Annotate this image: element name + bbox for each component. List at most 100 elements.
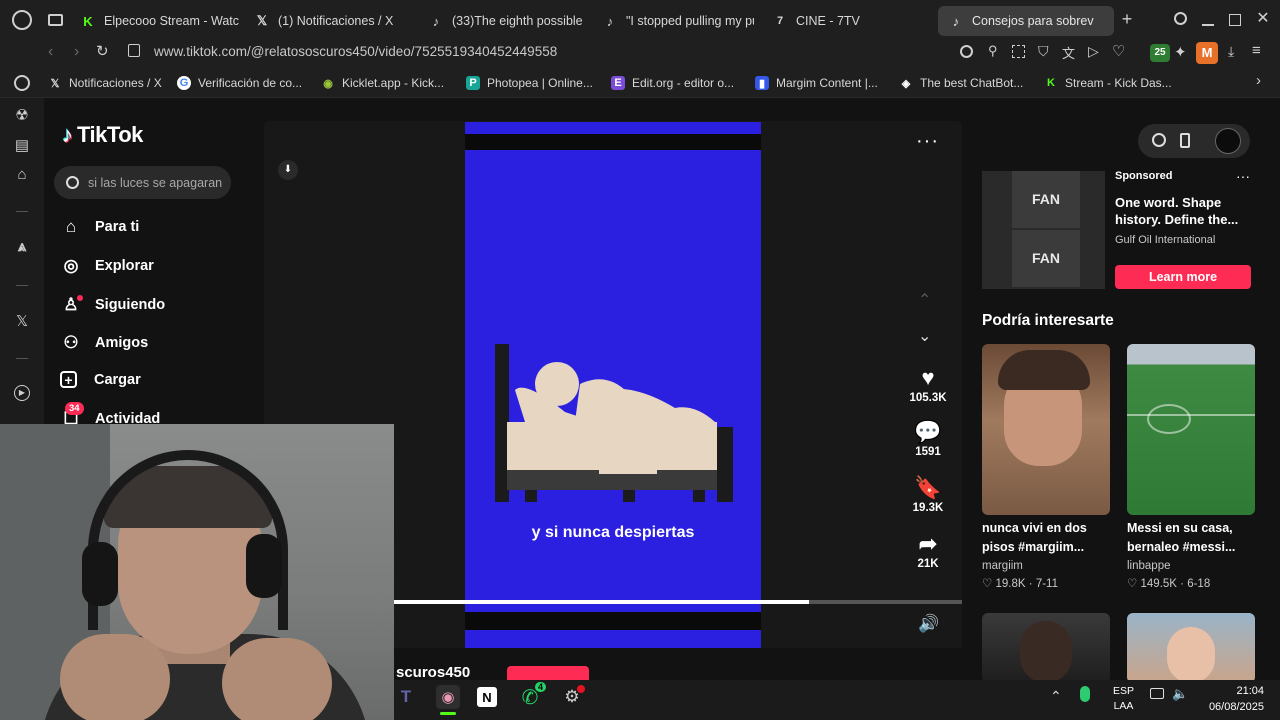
sidebar-divider xyxy=(16,285,28,286)
extensions-icon[interactable]: ✦ xyxy=(1174,43,1187,61)
recommendation-thumbnail-partial[interactable] xyxy=(1127,613,1255,683)
teams-icon[interactable]: T xyxy=(394,685,418,709)
network-icon[interactable] xyxy=(1150,688,1164,699)
webcam-headset-right xyxy=(246,534,282,598)
downloads-icon[interactable]: ⤓ xyxy=(1228,43,1234,60)
microphone-icon[interactable] xyxy=(1080,686,1090,702)
coin-icon[interactable] xyxy=(1152,133,1166,147)
sidebar-robot-icon[interactable]: ⌂ xyxy=(12,166,32,186)
webcam-overlay xyxy=(0,424,394,720)
mute-toggle-icon[interactable]: ⬇ xyxy=(278,160,298,180)
bookmark-item[interactable]: E Edit.org - editor o... xyxy=(611,74,734,92)
whatsapp-icon[interactable]: ✆ 4 xyxy=(518,682,546,709)
recommendation-thumbnail-partial[interactable] xyxy=(982,613,1110,683)
webcam-headset-left xyxy=(82,542,118,606)
more-options-icon[interactable]: ··· xyxy=(916,130,939,153)
extension-badge[interactable]: 25 xyxy=(1150,44,1170,62)
browser-menu-icon[interactable] xyxy=(12,10,32,30)
save-button[interactable]: 🔖 19.3K xyxy=(900,474,956,514)
bookmark-item[interactable]: ◉ Kicklet.app - Kick... xyxy=(321,74,444,92)
minimize-icon[interactable] xyxy=(1202,24,1214,26)
comment-button[interactable]: 💬 1591 xyxy=(900,418,956,458)
speaker-icon[interactable]: 🔈 xyxy=(1172,686,1188,702)
follow-button[interactable] xyxy=(507,666,589,680)
tab-actions-icon[interactable] xyxy=(48,14,63,26)
search-tabs-icon[interactable] xyxy=(1174,12,1187,25)
clock[interactable]: 21:04 06/08/2025 xyxy=(1198,683,1264,715)
heart-icon[interactable]: ♡ xyxy=(1112,42,1125,60)
video-frame[interactable]: y si nunca despiertas xyxy=(465,122,761,648)
nav-cargar[interactable]: + Cargar xyxy=(60,371,141,388)
ad-cta-button[interactable]: Learn more xyxy=(1115,265,1251,289)
tab-6-active[interactable]: ♪ Consejos para sobrev xyxy=(938,6,1114,36)
pin-icon[interactable]: ⚲ xyxy=(988,43,998,59)
tab-label: "I stopped pulling my pu xyxy=(626,14,754,28)
tab-4[interactable]: ♪ "I stopped pulling my pu xyxy=(602,6,754,36)
tab-3[interactable]: ♪ (33)The eighth possible xyxy=(428,6,583,36)
tab-5[interactable]: 7 CINE - 7TV xyxy=(772,6,922,36)
bookmark-item[interactable]: ▮ Margim Content |... xyxy=(755,74,878,92)
tray-expand-icon[interactable]: ⌃ xyxy=(1050,688,1062,705)
tab-1[interactable]: K Elpecooo Stream - Watc xyxy=(80,6,240,36)
new-tab-button[interactable]: + xyxy=(1118,10,1136,28)
tiktok-logo[interactable]: ♪ TikTok xyxy=(62,122,143,148)
nav-explorar[interactable]: ◎ Explorar xyxy=(60,255,154,277)
send-icon[interactable]: ▷ xyxy=(1088,43,1099,60)
bookmark-item[interactable]: G Verificación de co... xyxy=(177,74,302,92)
app-icon[interactable]: ⚙ xyxy=(560,685,585,709)
nav-para-ti[interactable]: ⌂ Para ti xyxy=(60,216,139,238)
search-input[interactable]: si las luces se apagaran xyxy=(88,176,222,190)
webcam-person-hand-left xyxy=(60,634,170,720)
share-button[interactable]: ➦ 21K xyxy=(900,530,956,570)
reload-icon[interactable]: ↻ xyxy=(96,42,109,60)
sidebar-app-icon[interactable]: ⩓ xyxy=(12,238,32,258)
video-progress-track[interactable] xyxy=(394,600,962,604)
notion-icon[interactable]: N xyxy=(477,687,497,707)
url-field[interactable]: www.tiktok.com/@relatososcuros450/video/… xyxy=(154,44,714,59)
tray-language[interactable]: ESP LAA xyxy=(1113,684,1134,714)
translate-icon[interactable]: 文 xyxy=(1062,43,1075,62)
tab-2[interactable]: 𝕏 (1) Notificaciones / X xyxy=(254,6,404,36)
bookmark-label: Edit.org - editor o... xyxy=(632,76,735,90)
recommendation-card[interactable]: nunca vivi en dos pisos #margiim... marg… xyxy=(982,344,1110,590)
zoom-icon[interactable] xyxy=(960,45,973,58)
search-bar[interactable]: si las luces se apagaran xyxy=(54,166,231,199)
ad-more-icon[interactable]: ··· xyxy=(1236,168,1250,184)
sidebar-bug-icon[interactable]: ☢ xyxy=(12,106,32,126)
bookmark-item[interactable]: 𝕏 Notificaciones / X xyxy=(48,74,162,92)
ad-headline[interactable]: One word. Shape history. Define the... xyxy=(1115,194,1243,228)
bookmark-item[interactable]: ◈ The best ChatBot... xyxy=(899,74,1024,92)
ad-image[interactable]: FAN ZONE FAN ZONE xyxy=(982,171,1105,289)
nav-siguiendo[interactable]: ♙ Siguiendo xyxy=(60,294,165,316)
profile-avatar[interactable]: M xyxy=(1196,42,1218,64)
sidebar-play-icon[interactable]: ▶ xyxy=(14,385,30,401)
forward-icon[interactable]: › xyxy=(74,43,79,61)
maximize-icon[interactable] xyxy=(1229,14,1241,26)
pitch-arc xyxy=(1147,404,1191,434)
screenshot-icon[interactable] xyxy=(1012,45,1025,58)
browser-menu-button[interactable]: ≡ xyxy=(1252,42,1261,59)
shield-icon[interactable]: ⛉ xyxy=(1038,43,1049,60)
bookmarks-app-icon[interactable] xyxy=(14,75,30,91)
bookmark-item[interactable]: K Stream - Kick Das... xyxy=(1044,74,1172,92)
scroll-down-icon[interactable]: ⌄ xyxy=(918,326,931,346)
bookmarks-more-icon[interactable]: › xyxy=(1256,72,1261,89)
obs-icon[interactable]: ◉ xyxy=(436,685,460,709)
like-button[interactable]: ♥ 105.3K xyxy=(900,364,956,404)
back-icon[interactable]: ‹ xyxy=(48,43,53,61)
site-info-icon[interactable] xyxy=(128,44,140,57)
sidebar-news-icon[interactable]: ▤ xyxy=(12,136,32,156)
bookmark-item[interactable]: P Photopea | Online... xyxy=(466,74,593,92)
bookmark-label: Kicklet.app - Kick... xyxy=(342,76,445,90)
device-icon[interactable] xyxy=(1180,133,1190,148)
video-author-handle[interactable]: scuros450 xyxy=(396,664,470,681)
nav-amigos[interactable]: ⚇ Amigos xyxy=(60,332,148,354)
comment-icon: 💬 xyxy=(914,419,942,444)
user-avatar[interactable] xyxy=(1215,128,1241,154)
close-icon[interactable]: ✕ xyxy=(1254,8,1272,28)
heart-outline-icon: ♡ xyxy=(1127,578,1141,590)
sidebar-x-icon[interactable]: 𝕏 xyxy=(12,312,32,332)
scroll-up-icon[interactable]: ⌃ xyxy=(918,290,931,310)
recommendation-card[interactable]: Messi en su casa, bernaleo #messi... lin… xyxy=(1127,344,1255,590)
volume-icon[interactable]: 🔊 xyxy=(918,614,939,634)
